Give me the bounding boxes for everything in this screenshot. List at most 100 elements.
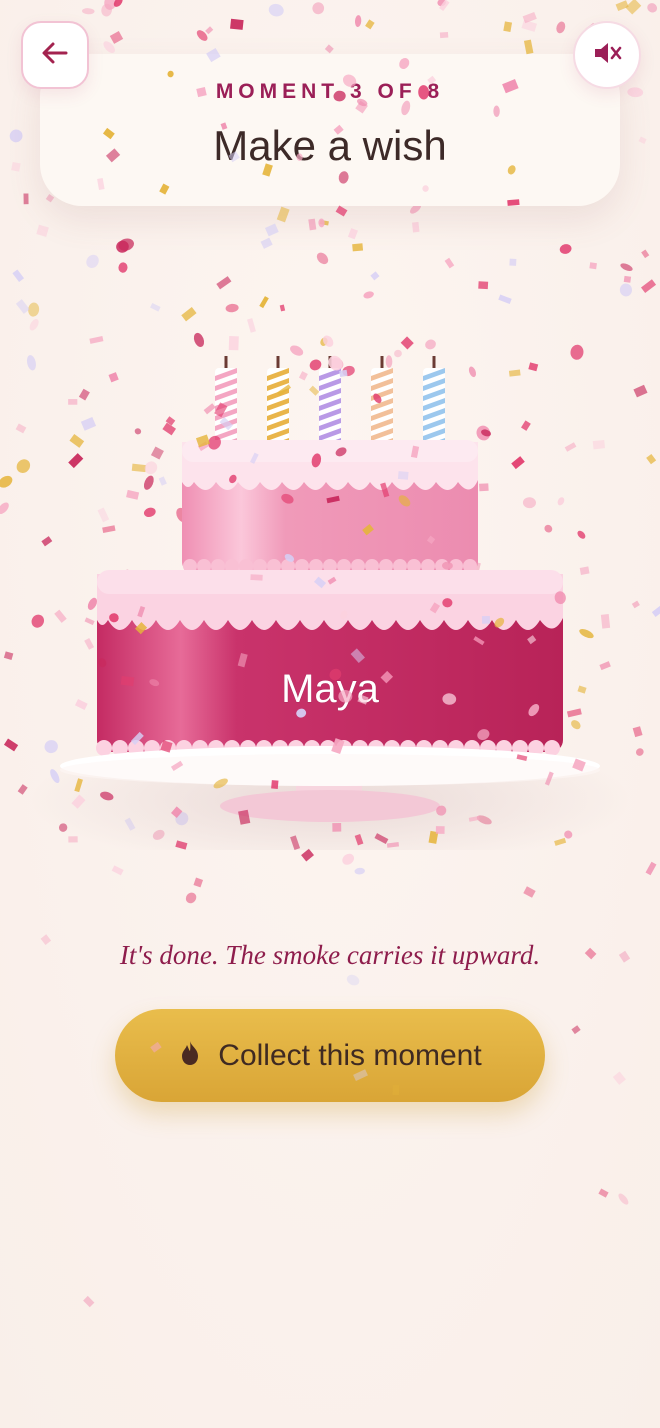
confetti-piece (104, 0, 117, 10)
confetti-piece (620, 263, 633, 271)
confetti-piece (641, 249, 650, 259)
confetti-piece (23, 193, 29, 205)
confetti-piece (342, 853, 355, 865)
moment-caption: It's done. The smoke carries it upward. (119, 940, 541, 970)
confetti-piece (36, 224, 49, 237)
moment-screen: MOMENT 3 OF 8 Make a wish Maya It's done… (0, 0, 660, 1428)
confetti-piece (196, 30, 208, 41)
candles (215, 356, 445, 451)
confetti-piece (478, 281, 489, 290)
confetti-piece (11, 161, 21, 172)
confetti-piece (268, 3, 284, 17)
confetti-piece (103, 41, 115, 53)
confetti-piece (645, 861, 657, 876)
confetti-piece (335, 205, 348, 217)
confetti-piece (638, 136, 647, 144)
confetti-piece (111, 865, 124, 876)
confetti-piece (365, 19, 375, 30)
confetti-piece (623, 275, 632, 283)
confetti-piece (319, 219, 329, 226)
flame-icon (178, 1040, 202, 1071)
confetti-piece (318, 218, 325, 228)
confetti-piece (625, 0, 642, 15)
confetti-piece (352, 243, 364, 252)
confetti-piece (571, 1025, 581, 1035)
confetti-piece (503, 21, 513, 33)
confetti-piece (28, 302, 40, 317)
confetti-piece (354, 15, 362, 27)
confetti-piece (522, 11, 537, 24)
confetti-piece (225, 303, 239, 313)
confetti-piece (308, 218, 317, 231)
confetti-piece (279, 304, 286, 312)
confetti-piece (301, 848, 315, 862)
confetti-piece (185, 892, 197, 904)
confetti-piece (439, 31, 449, 39)
confetti-piece (615, 0, 629, 11)
confetti-piece (312, 2, 325, 15)
confetti-piece (412, 221, 420, 233)
candle (319, 356, 341, 451)
mute-button[interactable] (573, 21, 641, 89)
confetti-piece (265, 223, 279, 237)
confetti-piece (324, 44, 334, 54)
confetti-piece (86, 254, 99, 268)
arrow-left-icon (40, 38, 70, 73)
candle (215, 356, 237, 451)
confetti-piece (598, 1188, 609, 1198)
confetti-piece (15, 299, 30, 314)
confetti-piece (370, 271, 380, 281)
confetti-piece (116, 240, 129, 253)
confetti-piece (354, 867, 365, 875)
confetti-piece (346, 974, 360, 986)
confetti-piece (647, 3, 658, 13)
confetti-piece (509, 258, 517, 266)
confetti-piece (439, 0, 450, 12)
confetti-piece (118, 262, 128, 273)
moment-counter: MOMENT 3 OF 8 (215, 80, 445, 103)
confetti-piece (556, 21, 566, 34)
confetti-piece (181, 307, 197, 322)
confetti-piece (627, 87, 644, 98)
confetti-piece (559, 244, 572, 254)
confetti-piece (101, 3, 112, 17)
confetti-piece (347, 228, 358, 240)
confetti-piece (83, 1295, 95, 1308)
speaker-muted-icon (591, 37, 623, 74)
candle (267, 356, 289, 451)
collect-moment-label: Collect this moment (218, 1038, 482, 1072)
confetti-piece (12, 269, 25, 283)
confetti-piece (113, 0, 123, 7)
confetti-piece (521, 19, 538, 32)
confetti-piece (523, 886, 536, 898)
back-button[interactable] (21, 21, 89, 89)
confetti-piece (523, 39, 534, 55)
page-title: Make a wish (213, 122, 447, 169)
confetti-piece (618, 1193, 629, 1205)
confetti-piece (276, 206, 290, 223)
moment-card: MOMENT 3 OF 8 Make a wish (40, 54, 620, 206)
cake-illustration: Maya (30, 356, 630, 870)
confetti-piece (259, 296, 269, 309)
confetti-piece (641, 279, 657, 293)
birthday-cake[interactable]: Maya (0, 330, 660, 870)
confetti-piece (612, 1071, 626, 1085)
confetti-piece (109, 30, 124, 44)
confetti-piece (363, 291, 374, 299)
confetti-piece (205, 26, 214, 35)
confetti-piece (619, 283, 633, 297)
confetti-piece (216, 276, 232, 290)
confetti-piece (81, 8, 95, 15)
candle (371, 356, 393, 451)
collect-moment-button[interactable]: Collect this moment (115, 1009, 545, 1102)
confetti-piece (9, 129, 23, 143)
cake-name-text: Maya (281, 667, 380, 711)
confetti-piece (589, 262, 597, 270)
candle (423, 356, 445, 451)
confetti-piece (150, 302, 161, 312)
confetti-piece (444, 257, 455, 269)
confetti-piece (437, 0, 446, 7)
cake-bottom-tier (96, 570, 563, 756)
confetti-piece (316, 252, 329, 265)
confetti-piece (498, 294, 512, 305)
